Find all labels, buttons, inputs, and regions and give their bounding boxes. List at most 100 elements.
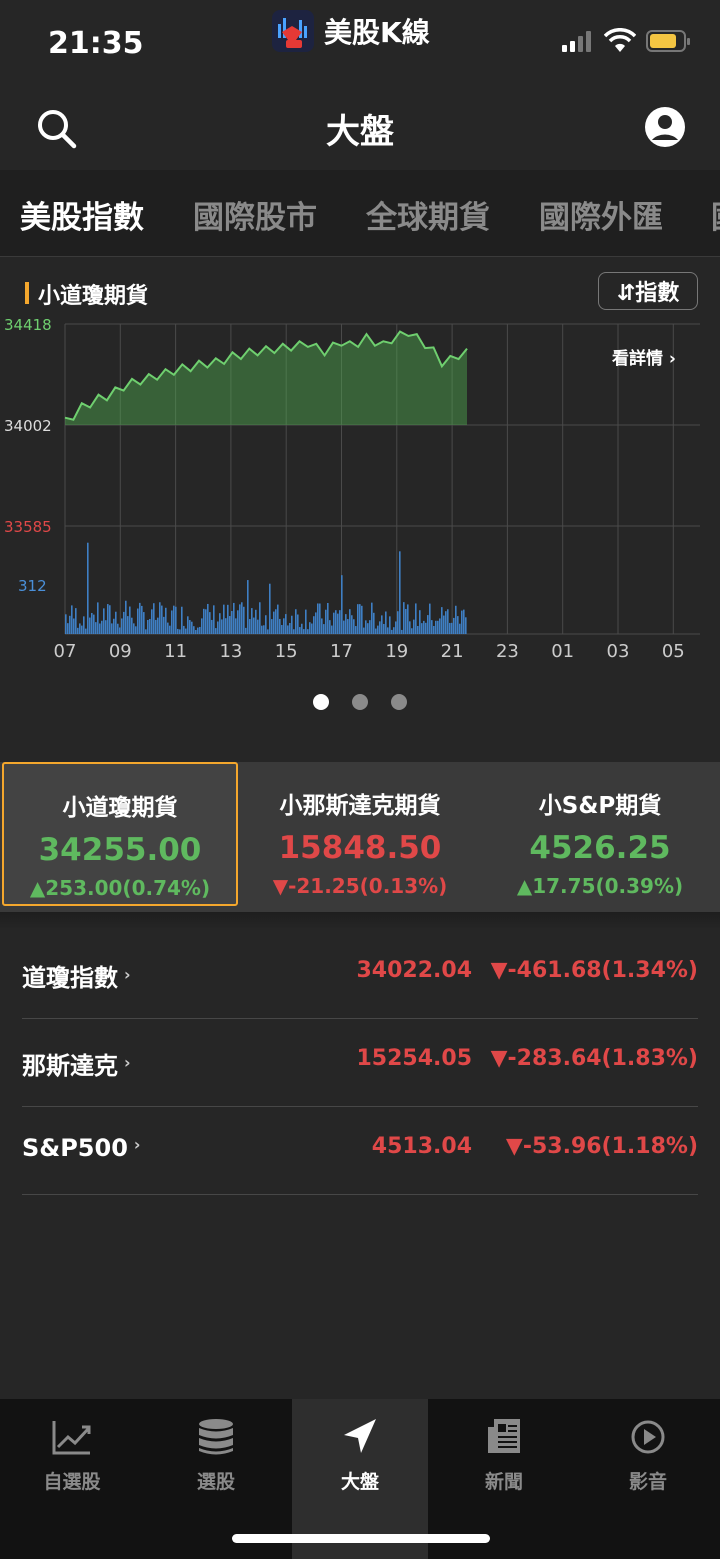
volume-bar xyxy=(209,612,211,634)
index-change: ▼-461.68(1.34%) xyxy=(490,958,698,983)
volume-bar xyxy=(371,602,373,634)
volume-bar xyxy=(411,628,413,634)
nav-bar: 大盤 xyxy=(0,88,720,168)
volume-bar xyxy=(403,602,405,634)
volume-bar xyxy=(109,605,111,634)
volume-bar xyxy=(261,625,263,634)
volume-bar xyxy=(217,621,219,634)
volume-bar xyxy=(135,626,137,634)
volume-bar xyxy=(177,628,179,634)
volume-bar xyxy=(233,602,235,634)
index-price: 4513.04 xyxy=(371,1134,472,1159)
volume-bar xyxy=(131,617,133,634)
x-tick-label: 19 xyxy=(385,641,408,662)
volume-bar xyxy=(329,620,331,634)
volume-bar xyxy=(253,617,255,634)
x-tick-label: 07 xyxy=(54,641,77,662)
volume-bar xyxy=(293,629,295,634)
volume-bar xyxy=(319,603,321,634)
volume-bar xyxy=(237,610,239,634)
volume-bar xyxy=(79,623,81,634)
volume-bar xyxy=(67,623,69,634)
volume-bar xyxy=(315,612,317,634)
futures-change: ▲17.75(0.39%) xyxy=(516,874,684,898)
volume-bar xyxy=(189,620,191,634)
x-tick-label: 21 xyxy=(441,641,464,662)
futures-card-nasdaq[interactable]: 小那斯達克期貨 15848.50 ▼-21.25(0.13%) xyxy=(242,762,478,906)
chart-pager xyxy=(0,694,720,712)
volume-bar xyxy=(409,621,411,634)
index-row-sp500[interactable]: S&P500 › 4513.04 ▼-53.96(1.18%) xyxy=(22,1106,698,1195)
tab-intl-markets[interactable]: 國際股市 xyxy=(193,192,317,237)
x-tick-label: 03 xyxy=(607,641,630,662)
pager-dot[interactable] xyxy=(312,694,329,710)
volume-bar xyxy=(133,623,135,634)
user-profile-icon[interactable] xyxy=(644,106,686,148)
bottom-nav-watchlist[interactable]: 自選股 xyxy=(0,1399,144,1559)
volume-bar xyxy=(433,625,435,634)
index-price: 15254.05 xyxy=(356,1046,472,1071)
volume-bar xyxy=(69,615,71,634)
volume-bar xyxy=(169,625,171,634)
volume-bar xyxy=(443,615,445,634)
volume-bar xyxy=(417,625,419,634)
volume-bar xyxy=(445,611,447,634)
volume-bar xyxy=(327,602,329,634)
volume-bar xyxy=(389,616,391,634)
volume-bar xyxy=(425,622,427,634)
pager-dot[interactable] xyxy=(352,694,368,710)
wifi-icon xyxy=(604,28,636,52)
tab-more[interactable]: 國 xyxy=(711,192,720,237)
volume-bar xyxy=(453,617,455,634)
volume-bar xyxy=(175,606,177,634)
volume-bar xyxy=(101,620,103,634)
volume-bar xyxy=(121,618,123,634)
battery-icon xyxy=(646,30,690,52)
view-details-link[interactable]: 看詳情 › xyxy=(612,344,676,369)
index-row-nasdaq[interactable]: 那斯達克 › 15254.05 ▼-283.64(1.83%) xyxy=(22,1018,698,1107)
bottom-nav-video[interactable]: 影音 xyxy=(576,1399,720,1559)
volume-bar xyxy=(309,622,311,634)
volume-bar xyxy=(71,605,73,634)
volume-bar xyxy=(139,602,141,634)
volume-bar xyxy=(91,612,93,634)
volume-bar xyxy=(395,621,397,634)
futures-card-sp[interactable]: 小S&P期貨 4526.25 ▲17.75(0.39%) xyxy=(482,762,718,906)
price-low-label: 33585 xyxy=(4,518,52,536)
bottom-nav-label: 新聞 xyxy=(484,1471,523,1493)
volume-label: 312 xyxy=(18,577,47,595)
volume-bar xyxy=(245,627,247,634)
volume-bar xyxy=(359,604,361,634)
volume-bar xyxy=(447,609,449,634)
volume-bar xyxy=(379,621,381,634)
pager-dot[interactable] xyxy=(391,694,408,710)
index-row-dow[interactable]: 道瓊指數 › 34022.04 ▼-461.68(1.34%) xyxy=(22,930,698,1019)
index-name: 那斯達克 › xyxy=(22,1052,131,1080)
volume-bar xyxy=(271,619,273,634)
bottom-nav-label: 影音 xyxy=(628,1471,667,1493)
volume-bar xyxy=(459,623,461,634)
index-toggle-button[interactable]: ⇵指數 xyxy=(598,272,698,310)
volume-bar xyxy=(185,628,187,634)
volume-bar xyxy=(393,627,395,634)
tab-global-futures[interactable]: 全球期貨 xyxy=(366,192,490,237)
futures-card-dow[interactable]: 小道瓊期貨 34255.00 ▲253.00(0.74%) xyxy=(2,762,238,906)
volume-bar xyxy=(167,622,169,634)
volume-bar xyxy=(307,629,309,634)
tab-forex[interactable]: 國際外匯 xyxy=(539,192,663,237)
volume-bar xyxy=(317,603,319,634)
status-bar: 21:35 美股K線 xyxy=(0,0,720,88)
volume-bar xyxy=(335,610,337,634)
futures-name: 小那斯達克期貨 xyxy=(279,793,441,819)
volume-bar xyxy=(149,618,151,634)
volume-bar xyxy=(427,615,429,634)
volume-bar xyxy=(247,580,249,634)
volume-bar xyxy=(219,613,221,634)
volume-bar xyxy=(385,611,387,634)
volume-bar xyxy=(97,602,99,634)
volume-bar xyxy=(343,620,345,634)
volume-bar xyxy=(285,614,287,634)
tab-us-indices[interactable]: 美股指數 xyxy=(20,192,144,237)
volume-bar xyxy=(373,612,375,634)
futures-change: ▲253.00(0.74%) xyxy=(29,876,211,900)
